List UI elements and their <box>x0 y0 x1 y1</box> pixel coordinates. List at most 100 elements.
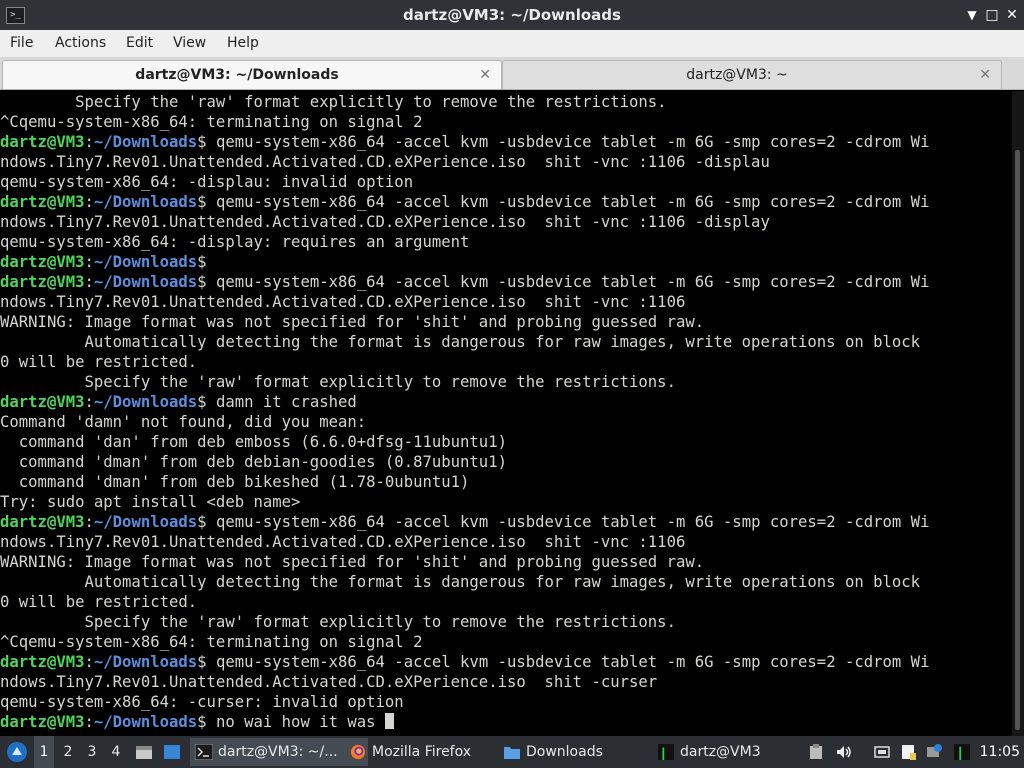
output-text: WARNING: Image format was not specified … <box>0 553 705 571</box>
scrollbar-thumb[interactable] <box>1015 150 1020 730</box>
workspace-2[interactable]: 2 <box>58 736 78 768</box>
workspace-4[interactable]: 4 <box>106 736 126 768</box>
firefox-icon <box>350 744 366 760</box>
maximize-icon[interactable]: □ <box>982 5 1002 25</box>
output-text: ^Cqemu-system-x86_64: terminating on sig… <box>0 113 423 131</box>
output-text: ndows.Tiny7.Rev01.Unattended.Activated.C… <box>0 213 770 231</box>
menu-view[interactable]: View <box>173 30 206 57</box>
terminal-output-line: ndows.Tiny7.Rev01.Unattended.Activated.C… <box>0 152 1010 172</box>
output-text: command 'dman' from deb bikeshed (1.78-0… <box>0 473 470 491</box>
prompt-path: ~/Downloads <box>93 253 198 271</box>
updates-icon[interactable] <box>926 744 942 760</box>
output-text: command 'dman' from deb debian-goodies (… <box>0 453 507 471</box>
terminal-output-line: 0 will be restricted. <box>0 592 1010 612</box>
terminal-output-line: command 'dan' from deb emboss (6.6.0+dfs… <box>0 432 1010 452</box>
terminal-prompt-line: dartz@VM3:~/Downloads$ qemu-system-x86_6… <box>0 133 930 151</box>
desktop-icon <box>164 745 180 759</box>
prompt-path: ~/Downloads <box>93 193 198 211</box>
menu-edit[interactable]: Edit <box>126 30 153 57</box>
prompt-user: dartz@VM3 <box>0 513 85 531</box>
terminal-output-line: command 'dman' from deb bikeshed (1.78-0… <box>0 472 1010 492</box>
terminal-prompt-line: dartz@VM3:~/Downloads$ <box>0 253 216 271</box>
minimize-icon[interactable]: ▼ <box>962 5 982 25</box>
command-text: damn it crashed <box>215 393 357 411</box>
tab-close-icon[interactable]: ✕ <box>479 61 491 89</box>
prompt-user: dartz@VM3 <box>0 133 85 151</box>
start-menu-button[interactable] <box>4 736 30 768</box>
task-cpu-monitor[interactable]: dartz@VM3 <box>652 738 830 766</box>
terminal-output-line: ndows.Tiny7.Rev01.Unattended.Activated.C… <box>0 292 1010 312</box>
volume-icon[interactable] <box>836 744 852 760</box>
output-text: qemu-system-x86_64: -display: requires a… <box>0 233 470 251</box>
terminal-prompt-line: dartz@VM3:~/Downloads$ damn it crashed <box>0 393 357 411</box>
cpu-monitor-icon <box>658 744 674 760</box>
output-text: qemu-system-x86_64: -displau: invalid op… <box>0 173 414 191</box>
terminal-output-line: ^Cqemu-system-x86_64: terminating on sig… <box>0 632 1010 652</box>
terminal-output-line: qemu-system-x86_64: -display: requires a… <box>0 232 1010 252</box>
task-downloads[interactable]: Downloads <box>498 738 676 766</box>
output-text: Automatically detecting the format is da… <box>0 573 921 591</box>
tab-home[interactable]: dartz@VM3: ~ ✕ <box>502 60 1002 89</box>
folder-icon <box>504 747 520 759</box>
cpu-load-icon[interactable] <box>954 744 970 760</box>
command-text: qemu-system-x86_64 -accel kvm -usbdevice… <box>215 653 930 671</box>
prompt-user: dartz@VM3 <box>0 653 85 671</box>
output-text: WARNING: Image format was not specified … <box>0 313 705 331</box>
terminal-output-line: Automatically detecting the format is da… <box>0 332 1010 352</box>
workspace-3[interactable]: 3 <box>82 736 102 768</box>
desktop-launcher[interactable] <box>160 736 184 768</box>
terminal-prompt-line: dartz@VM3:~/Downloads$ no wai how it was <box>0 712 1010 732</box>
menu-help[interactable]: Help <box>227 30 259 57</box>
terminal-prompt-line: dartz@VM3:~/Downloads$ qemu-system-x86_6… <box>0 273 930 291</box>
prompt-user: dartz@VM3 <box>0 393 85 411</box>
output-text: ndows.Tiny7.Rev01.Unattended.Activated.C… <box>0 533 686 551</box>
terminal-output-line: Command 'damn' not found, did you mean: <box>0 412 1010 432</box>
prompt-path: ~/Downloads <box>93 713 198 731</box>
prompt-path: ~/Downloads <box>93 513 198 531</box>
show-desktop-button[interactable] <box>134 736 154 768</box>
output-text: Specify the 'raw' format explicitly to r… <box>0 93 667 111</box>
terminal-prompt-line: dartz@VM3:~/Downloads$ qemu-system-x86_6… <box>0 513 930 531</box>
tab-label: dartz@VM3: ~ <box>686 67 788 83</box>
output-text: Automatically detecting the format is da… <box>0 333 921 351</box>
output-text: ndows.Tiny7.Rev01.Unattended.Activated.C… <box>0 673 658 691</box>
notes-icon[interactable] <box>900 744 916 760</box>
task-firefox[interactable]: Mozilla Firefox <box>344 738 522 766</box>
terminal-output-line: ndows.Tiny7.Rev01.Unattended.Activated.C… <box>0 532 1010 552</box>
file-manager-launcher-icon <box>136 746 152 759</box>
tab-label: dartz@VM3: ~/Downloads <box>135 67 339 83</box>
prompt-path: ~/Downloads <box>93 393 198 411</box>
close-icon[interactable]: ✕ <box>1002 5 1022 25</box>
terminal-output-line: Automatically detecting the format is da… <box>0 572 1010 592</box>
terminal-output-line: Try: sudo apt install <deb name> <box>0 492 1010 512</box>
terminal-prompt-line: dartz@VM3:~/Downloads$ qemu-system-x86_6… <box>0 653 930 671</box>
prompt-user: dartz@VM3 <box>0 193 85 211</box>
tab-downloads[interactable]: dartz@VM3: ~/Downloads ✕ <box>2 60 502 89</box>
terminal-output-line: Specify the 'raw' format explicitly to r… <box>0 612 1010 632</box>
terminal-output-line: Specify the 'raw' format explicitly to r… <box>0 372 1010 392</box>
network-icon[interactable] <box>874 744 890 760</box>
window-title: dartz@VM3: ~/Downloads <box>403 6 621 24</box>
tab-close-icon[interactable]: ✕ <box>979 61 991 89</box>
output-text: ndows.Tiny7.Rev01.Unattended.Activated.C… <box>0 153 770 171</box>
command-text: no wai how it was <box>215 713 385 731</box>
terminal-output-line: qemu-system-x86_64: -curser: invalid opt… <box>0 692 1010 712</box>
text-cursor <box>384 713 394 729</box>
terminal-output[interactable]: Specify the 'raw' format explicitly to r… <box>0 91 1010 737</box>
task-label: Mozilla Firefox <box>372 744 472 760</box>
command-text: qemu-system-x86_64 -accel kvm -usbdevice… <box>215 193 930 211</box>
prompt-path: ~/Downloads <box>93 653 198 671</box>
menu-actions[interactable]: Actions <box>55 30 106 57</box>
prompt-path: ~/Downloads <box>93 133 198 151</box>
workspace-1[interactable]: 1 <box>34 736 54 768</box>
menu-file[interactable]: File <box>10 30 33 57</box>
task-label: Downloads <box>526 744 603 760</box>
command-text: qemu-system-x86_64 -accel kvm -usbdevice… <box>215 133 930 151</box>
terminal-output-line: qemu-system-x86_64: -displau: invalid op… <box>0 172 1010 192</box>
task-terminal[interactable]: dartz@VM3: ~/... <box>190 738 368 766</box>
prompt-user: dartz@VM3 <box>0 273 85 291</box>
terminal-output-line: WARNING: Image format was not specified … <box>0 312 1010 332</box>
clock[interactable]: 11:05 <box>980 736 1020 768</box>
clipboard-icon[interactable] <box>808 744 824 760</box>
output-text: command 'dan' from deb emboss (6.6.0+dfs… <box>0 433 507 451</box>
